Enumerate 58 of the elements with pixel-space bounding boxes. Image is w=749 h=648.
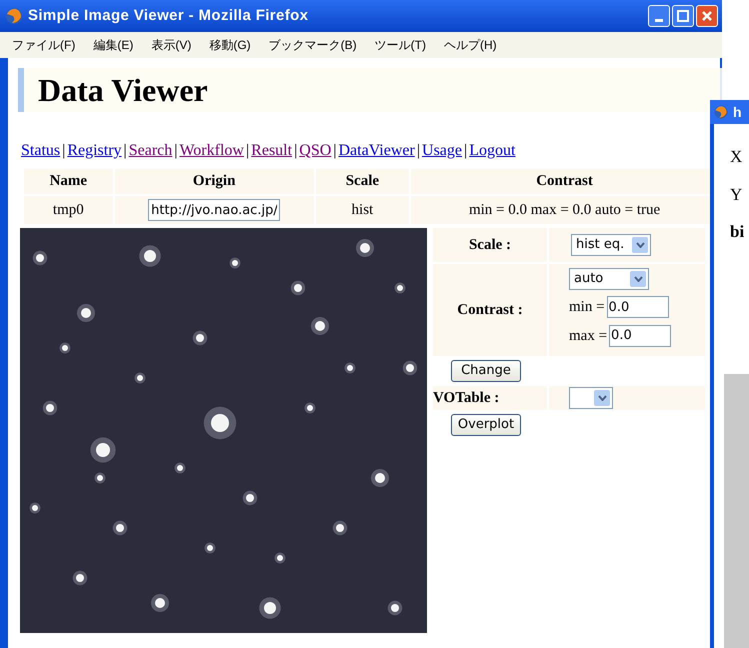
separator: |: [463, 141, 468, 161]
menu-item[interactable]: ファイル(F): [12, 36, 76, 54]
column-header: Name: [24, 169, 113, 194]
table-cell: hist: [316, 196, 410, 224]
scale-dropdown[interactable]: hist eq.: [571, 234, 651, 256]
minimize-button[interactable]: [648, 5, 670, 27]
menu-item[interactable]: 編集(E): [93, 36, 134, 54]
close-button[interactable]: [696, 5, 718, 27]
chevron-down-icon: [634, 276, 642, 282]
window-title: h: [733, 102, 742, 122]
nav-link[interactable]: Usage: [422, 139, 462, 163]
menu-item[interactable]: 表示(V): [151, 36, 192, 54]
field-label: Contrast :: [457, 300, 523, 320]
nav-link[interactable]: Status: [21, 139, 60, 163]
separator: |: [332, 141, 338, 161]
menu-item[interactable]: ブックマーク(B): [268, 36, 357, 54]
field-label: Scale :: [468, 236, 512, 255]
browser-logo-icon: [4, 6, 24, 26]
nav-link[interactable]: Registry: [67, 139, 122, 163]
field-label: min =: [569, 298, 605, 317]
max-field[interactable]: 0.0: [609, 324, 672, 347]
separator: |: [122, 141, 128, 161]
separator: |: [173, 141, 178, 161]
field-label: max =: [569, 326, 608, 346]
menu-item[interactable]: 移動(G): [209, 36, 251, 54]
nav-link[interactable]: Search: [128, 139, 172, 163]
field-label: bi: [730, 221, 746, 243]
field-label: X: [730, 146, 744, 168]
table-cell: tmp0: [24, 196, 113, 224]
contrast-dropdown[interactable]: auto: [569, 268, 649, 290]
nav-link[interactable]: Logout: [469, 139, 516, 163]
field-label: VOTable :: [433, 388, 500, 408]
nav-link[interactable]: DataViewer: [338, 139, 415, 163]
chevron-down-icon: [636, 242, 644, 248]
overplot-button[interactable]: Overplot: [451, 414, 521, 436]
column-header: Origin: [114, 169, 314, 194]
separator: |: [416, 141, 422, 161]
nav-link[interactable]: QSO: [299, 139, 332, 163]
minimize-icon: [655, 19, 663, 22]
change-button[interactable]: Change: [451, 360, 521, 382]
nav-link[interactable]: Workflow: [179, 139, 244, 163]
separator: |: [293, 141, 298, 161]
page-title: Data Viewer: [38, 71, 208, 110]
menu-item[interactable]: ヘルプ(H): [444, 36, 497, 54]
separator: |: [61, 141, 66, 161]
maximize-icon: [677, 10, 689, 22]
browser-logo-icon: [713, 104, 729, 120]
close-icon: [701, 10, 713, 22]
min-field[interactable]: 0.0: [606, 296, 669, 318]
separator: |: [244, 141, 250, 161]
votable-dropdown[interactable]: [569, 387, 613, 409]
column-header: Scale: [316, 169, 410, 194]
maximize-button[interactable]: [672, 5, 694, 27]
chevron-down-icon: [598, 395, 606, 401]
field-label: Y: [730, 184, 744, 206]
menu-item[interactable]: ツール(T): [374, 36, 426, 54]
window-title: Simple Image Viewer - Mozilla Firefox: [28, 6, 308, 26]
nav-link[interactable]: Result: [251, 139, 292, 163]
